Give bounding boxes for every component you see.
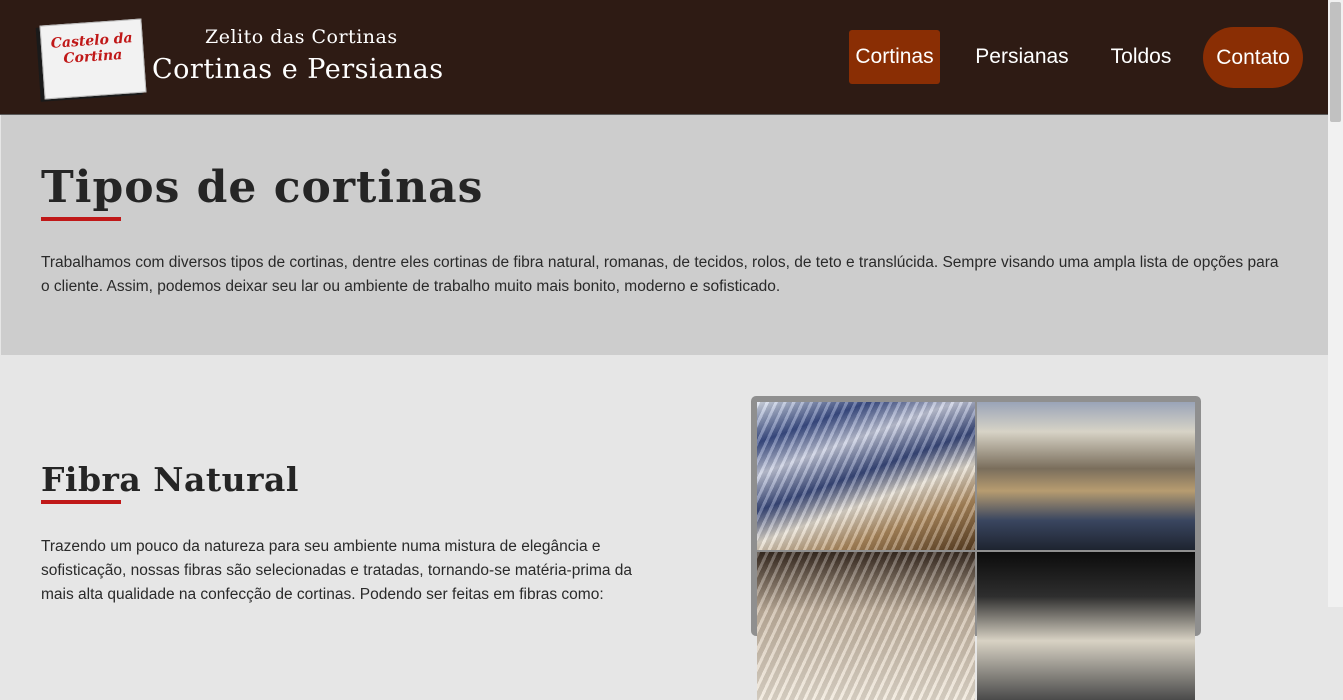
logo[interactable]: Castelo da Cortina <box>39 18 147 100</box>
vertical-scrollbar[interactable] <box>1328 0 1343 607</box>
nav-link-toldos[interactable]: Toldos <box>1097 30 1185 84</box>
gallery-photo-4[interactable] <box>977 552 1195 700</box>
section-text: Trazendo um pouco da natureza para seu a… <box>41 538 633 603</box>
section-title-underline <box>41 500 121 504</box>
nav-link-cortinas[interactable]: Cortinas <box>849 30 940 84</box>
nav-link-persianas[interactable]: Persianas <box>963 30 1081 84</box>
gallery-photo-2[interactable] <box>977 402 1195 550</box>
brand-subtitle: Zelito das Cortinas <box>205 26 398 48</box>
gallery-photo-3[interactable] <box>757 552 975 700</box>
brand-title: Cortinas e Persianas <box>152 54 444 85</box>
logo-text: Castelo da Cortina <box>50 30 134 68</box>
intro-section: Tipos de cortinas Trabalhamos com divers… <box>1 115 1328 355</box>
photo-gallery <box>751 396 1201 700</box>
title-underline <box>41 217 121 221</box>
section-title: Fibra Natural <box>41 460 299 499</box>
scrollbar-thumb[interactable] <box>1330 2 1341 122</box>
nav-link-contato[interactable]: Contato <box>1203 27 1303 88</box>
gallery-photo-1[interactable] <box>757 402 975 550</box>
page-title: Tipos de cortinas <box>41 162 484 213</box>
intro-text: Trabalhamos com diversos tipos de cortin… <box>41 254 1279 295</box>
fibra-natural-section: Fibra Natural Trazendo um pouco da natur… <box>1 356 1328 700</box>
site-header: Castelo da Cortina Zelito das Cortinas C… <box>0 0 1328 115</box>
